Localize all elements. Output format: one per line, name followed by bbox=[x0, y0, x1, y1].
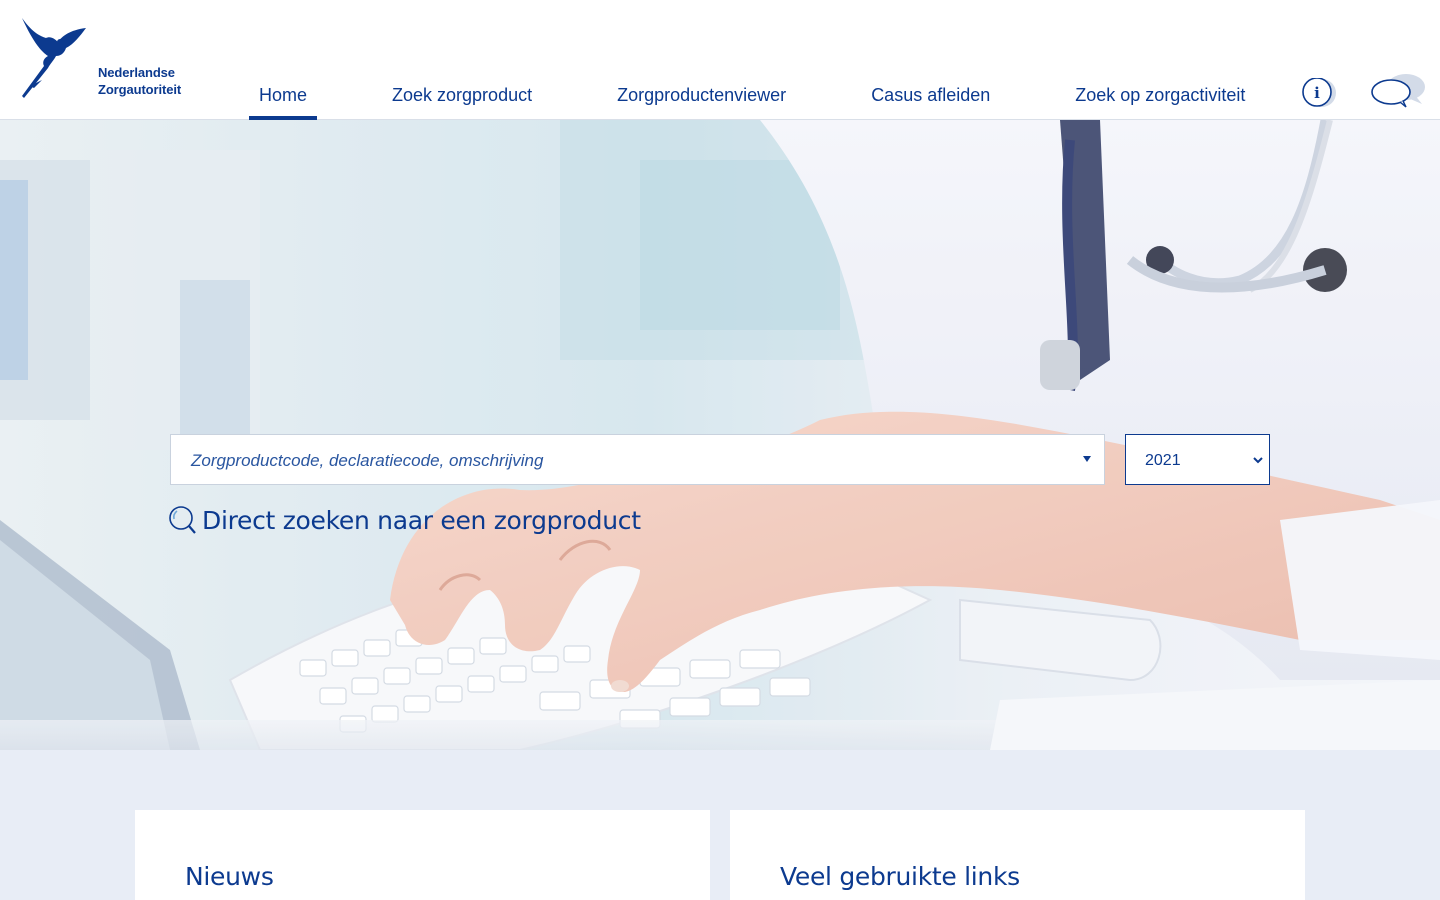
popular-links-title: Veel gebruikte links bbox=[780, 862, 1020, 891]
svg-text:i: i bbox=[1314, 84, 1320, 102]
bird-logo-icon bbox=[22, 18, 86, 98]
chevron-down-icon bbox=[1253, 457, 1263, 464]
brand-line-2: Zorgautoriteit bbox=[98, 82, 182, 97]
popular-links-card: Veel gebruikte links bbox=[730, 810, 1305, 900]
info-icon: i bbox=[1302, 77, 1336, 107]
brand-line-1: Nederlandse bbox=[98, 65, 175, 80]
caret-down-icon[interactable] bbox=[1083, 456, 1091, 462]
year-select-value: 2021 bbox=[1145, 452, 1181, 469]
nav-zoek-op-zorgactiviteit[interactable]: Zoek op zorgactiviteit bbox=[1065, 80, 1255, 120]
nav-home[interactable]: Home bbox=[249, 80, 318, 120]
chat-button[interactable] bbox=[1370, 72, 1426, 108]
search-placeholder: Zorgproductcode, declaratiecode, omschri… bbox=[191, 451, 544, 470]
search-input[interactable]: Zorgproductcode, declaratiecode, omschri… bbox=[170, 434, 1105, 485]
nav-casus-afleiden[interactable]: Casus afleiden bbox=[861, 80, 1000, 120]
info-button[interactable]: i bbox=[1302, 77, 1338, 108]
site-header: Nederlandse Zorgautoriteit Home Zoek zor… bbox=[0, 0, 1440, 120]
year-select[interactable]: 2021 bbox=[1125, 434, 1270, 485]
main-nav: Home Zoek zorgproduct Zorgproductenviewe… bbox=[249, 80, 1255, 120]
search-heading-text: Direct zoeken naar een zorgproduct bbox=[202, 505, 641, 535]
nza-logo[interactable]: Nederlandse Zorgautoriteit bbox=[20, 16, 190, 102]
news-title: Nieuws bbox=[185, 862, 274, 891]
news-card: Nieuws bbox=[135, 810, 710, 900]
chat-bubble-icon bbox=[1371, 74, 1425, 108]
search-heading: Direct zoeken naar een zorgproduct bbox=[168, 505, 641, 535]
search-icon bbox=[169, 506, 196, 534]
brand-name: Nederlandse Zorgautoriteit bbox=[98, 64, 181, 98]
nav-zoek-zorgproduct[interactable]: Zoek zorgproduct bbox=[382, 80, 542, 120]
nav-zorgproductenviewer[interactable]: Zorgproductenviewer bbox=[607, 80, 796, 120]
